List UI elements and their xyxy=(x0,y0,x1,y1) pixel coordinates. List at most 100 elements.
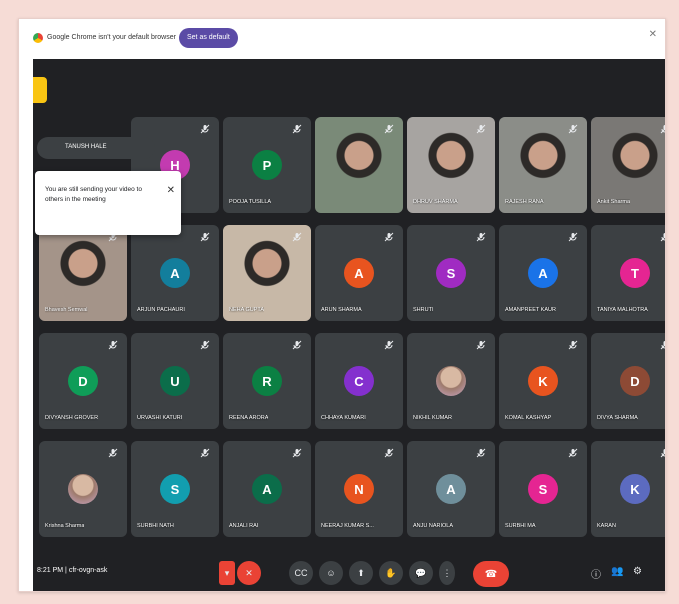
participant-tile[interactable] xyxy=(315,117,403,213)
participant-name: Bhavesh Semwal xyxy=(45,307,88,313)
captions-button[interactable]: CC xyxy=(289,561,313,585)
participant-tile[interactable]: S SHRUTI xyxy=(407,225,495,321)
avatar: A xyxy=(160,258,190,288)
participant-tile[interactable]: P POOJA TUSILLA xyxy=(223,117,311,213)
participant-name: ANJALI RAI xyxy=(229,523,259,529)
mic-muted-icon xyxy=(660,232,665,244)
meeting-controls-bar: 8:21 PM | cfr-ovgn-ask ▾ ✕ CC ☺ ⬆ ✋ 💬 ⋮ … xyxy=(33,557,665,591)
meeting-time: 8:21 PM | cfr-ovgn-ask xyxy=(37,567,107,574)
present-button[interactable]: ⬆ xyxy=(349,561,373,585)
mic-muted-icon xyxy=(568,124,580,136)
end-call-button[interactable]: ☎ xyxy=(473,561,509,587)
activities-icon[interactable]: ⚙ xyxy=(633,566,642,577)
participant-name: ARJUN PACHAURI xyxy=(137,307,185,313)
participant-tile[interactable]: N NEERAJ KUMAR S... xyxy=(315,441,403,537)
avatar: C xyxy=(344,366,374,396)
meet-window: H P POOJA TUSILLA DHRUV SHARMA RAJESH RANA An… xyxy=(33,59,665,591)
infobar-text: Google Chrome isn't your default browser xyxy=(47,34,176,41)
avatar: K xyxy=(620,474,650,504)
chrome-icon xyxy=(33,33,43,43)
mic-muted-icon xyxy=(200,448,212,460)
mic-muted-icon xyxy=(660,340,665,352)
avatar xyxy=(68,474,98,504)
participant-name: SURBHI NATH xyxy=(137,523,174,529)
browser-window: Google Chrome isn't your default browser… xyxy=(18,18,666,592)
popup-close-icon[interactable]: ✕ xyxy=(167,185,175,196)
participant-tile[interactable]: D DIVYANSH GROVER xyxy=(39,333,127,429)
participant-name: NEHA GUPTA xyxy=(229,307,265,313)
mic-muted-icon xyxy=(476,448,488,460)
avatar: S xyxy=(436,258,466,288)
participant-name: CHHAYA KUMARI xyxy=(321,415,366,421)
avatar: R xyxy=(252,366,282,396)
participant-tile[interactable]: A ANJU NARIOLA xyxy=(407,441,495,537)
participant-name: POOJA TUSILLA xyxy=(229,199,272,205)
participant-tile[interactable]: A ARUN SHARMA xyxy=(315,225,403,321)
participant-name: REENA ARORA xyxy=(229,415,269,421)
mic-toggle-button[interactable]: ✕ xyxy=(237,561,261,585)
raise-hand-button[interactable]: ✋ xyxy=(379,561,403,585)
participant-name: NIKHIL KUMAR xyxy=(413,415,452,421)
participant-tile[interactable]: Ankit Sharma xyxy=(591,117,665,213)
mic-muted-icon xyxy=(200,340,212,352)
participant-tile[interactable]: NEHA GUPTA xyxy=(223,225,311,321)
mic-muted-icon xyxy=(292,124,304,136)
avatar: D xyxy=(68,366,98,396)
participant-tile[interactable]: DHRUV SHARMA xyxy=(407,117,495,213)
participant-name: DHRUV SHARMA xyxy=(413,199,458,205)
chat-toggle-button[interactable]: 💬 xyxy=(409,561,433,585)
people-icon[interactable]: 👥 xyxy=(611,566,623,577)
mic-muted-icon xyxy=(476,124,488,136)
participant-name: SHRUTI xyxy=(413,307,434,313)
avatar: D xyxy=(620,366,650,396)
more-options-button[interactable]: ⋮ xyxy=(439,561,455,585)
avatar: A xyxy=(528,258,558,288)
participant-tile[interactable]: RAJESH RANA xyxy=(499,117,587,213)
mic-muted-icon xyxy=(476,232,488,244)
mic-options-button[interactable]: ▾ xyxy=(219,561,235,585)
avatar: A xyxy=(344,258,374,288)
participant-tile[interactable]: A AMANPREET KAUR xyxy=(499,225,587,321)
participant-tile[interactable]: R REENA ARORA xyxy=(223,333,311,429)
recording-tab[interactable] xyxy=(33,77,47,103)
participant-tile[interactable]: D DIVYA SHARMA xyxy=(591,333,665,429)
participant-name: Krishna Sharma xyxy=(45,523,85,529)
mic-muted-icon xyxy=(660,448,665,460)
participant-tile[interactable]: A ARJUN PACHAURI xyxy=(131,225,219,321)
mic-muted-icon xyxy=(108,448,120,460)
mic-muted-icon xyxy=(476,340,488,352)
emoji-button[interactable]: ☺ xyxy=(319,561,343,585)
participant-tile[interactable]: NIKHIL KUMAR xyxy=(407,333,495,429)
participant-name: KOMAL KASHYAP xyxy=(505,415,552,421)
info-icon[interactable]: ⓘ xyxy=(591,566,601,581)
avatar: N xyxy=(344,474,374,504)
participant-tile[interactable]: Krishna Sharma xyxy=(39,441,127,537)
avatar: U xyxy=(160,366,190,396)
participant-name: AMANPREET KAUR xyxy=(505,307,556,313)
participant-tile[interactable]: T TANIYA MALHOTRA xyxy=(591,225,665,321)
video-notice-popup: You are still sending your video to othe… xyxy=(35,171,181,235)
mic-muted-icon xyxy=(292,232,304,244)
participant-name: ANJU NARIOLA xyxy=(413,523,454,529)
close-infobar-icon[interactable]: ✕ xyxy=(649,29,657,40)
participant-tile[interactable]: U URVASHI KATURI xyxy=(131,333,219,429)
participant-name: RAJESH RANA xyxy=(505,199,544,205)
participant-tile[interactable]: K KOMAL KASHYAP xyxy=(499,333,587,429)
participant-tile[interactable]: K KARAN xyxy=(591,441,665,537)
mic-muted-icon xyxy=(568,448,580,460)
mic-muted-icon xyxy=(568,232,580,244)
participant-tile[interactable]: C CHHAYA KUMARI xyxy=(315,333,403,429)
mic-muted-icon xyxy=(200,124,212,136)
popup-text: You are still sending your video to othe… xyxy=(45,186,142,203)
participant-tile[interactable]: S SURBHI MA xyxy=(499,441,587,537)
mic-muted-icon xyxy=(384,232,396,244)
participant-name: TANIYA MALHOTRA xyxy=(597,307,648,313)
participant-name: Ankit Sharma xyxy=(597,199,631,205)
mic-muted-icon xyxy=(384,124,396,136)
participant-name: NEERAJ KUMAR S... xyxy=(321,523,374,529)
participant-tile[interactable]: S SURBHI NATH xyxy=(131,441,219,537)
presenting-chip[interactable]: TANUSH HALE xyxy=(37,137,155,159)
participant-tile[interactable]: A ANJALI RAI xyxy=(223,441,311,537)
participant-tile[interactable]: Bhavesh Semwal xyxy=(39,225,127,321)
set-as-default-button[interactable]: Set as default xyxy=(179,28,238,48)
